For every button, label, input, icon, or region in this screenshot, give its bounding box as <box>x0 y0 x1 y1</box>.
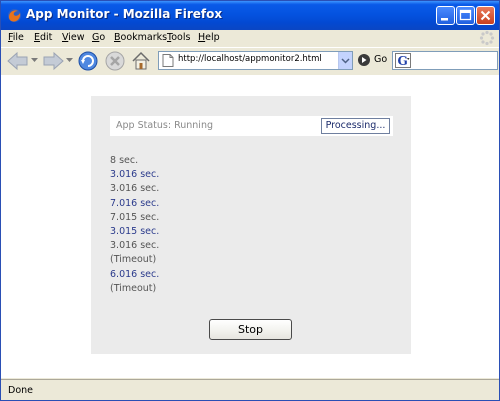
stop-button[interactable]: Stop <box>209 319 292 340</box>
maximize-icon <box>459 9 472 21</box>
home-icon[interactable] <box>130 50 152 72</box>
browser-status-bar: Done <box>1 379 499 400</box>
close-button[interactable] <box>476 6 495 25</box>
search-box[interactable]: G <box>392 51 498 70</box>
minimize-icon <box>441 18 448 21</box>
address-bar[interactable]: http://localhost/appmonitor2.html <box>158 51 353 70</box>
go-button[interactable]: Go <box>374 54 387 65</box>
processing-indicator: Processing... <box>321 118 390 134</box>
menu-go[interactable]: Go <box>92 32 105 43</box>
forward-arrow-icon[interactable] <box>41 51 65 71</box>
results-list: 8 sec. 3.016 sec. 3.016 sec. 7.016 sec. 7.01… <box>110 154 310 296</box>
menu-bar: File Edit View Go Bookmarks Tools Help <box>1 30 499 47</box>
app-status-label: App Status: Running <box>116 120 213 131</box>
menu-tools[interactable]: Tools <box>167 32 190 43</box>
menu-bookmarks[interactable]: Bookmarks <box>114 32 167 43</box>
navigation-toolbar: http://localhost/appmonitor2.html Go G <box>1 47 499 76</box>
maximize-button[interactable] <box>456 6 475 25</box>
result-item: 3.016 sec. <box>110 169 160 181</box>
svg-text:G: G <box>398 54 408 68</box>
page-content: App Status: Running Processing... 8 sec.… <box>1 75 499 378</box>
chevron-down-icon <box>341 58 350 64</box>
throbber-icon <box>479 30 495 46</box>
menu-help[interactable]: Help <box>198 32 220 43</box>
result-item: 3.016 sec. <box>110 183 160 195</box>
result-item: 7.016 sec. <box>110 197 160 209</box>
menu-file[interactable]: File <box>8 32 24 43</box>
result-item: 8 sec. <box>110 155 139 166</box>
menu-view[interactable]: View <box>62 32 85 43</box>
result-item: 7.015 sec. <box>110 211 160 223</box>
reload-icon[interactable] <box>77 50 99 72</box>
menu-edit[interactable]: Edit <box>34 32 52 43</box>
result-item: (Timeout) <box>110 254 157 266</box>
minimize-button[interactable] <box>436 6 455 25</box>
firefox-icon <box>8 9 21 22</box>
back-dropdown-icon[interactable] <box>31 57 38 63</box>
app-status-bar: App Status: Running Processing... <box>110 116 393 136</box>
close-icon <box>480 10 491 21</box>
stop-loading-icon[interactable] <box>104 50 126 72</box>
window-title: App Monitor - Mozilla Firefox <box>26 7 223 21</box>
page-icon <box>162 54 174 67</box>
result-item: (Timeout) <box>110 282 157 294</box>
back-arrow-icon[interactable] <box>6 51 30 71</box>
forward-dropdown-icon[interactable] <box>66 57 73 63</box>
status-text: Done <box>8 385 33 396</box>
result-item: 3.015 sec. <box>110 226 160 238</box>
app-monitor-panel: App Status: Running Processing... 8 sec.… <box>91 96 411 354</box>
browser-window: App Monitor - Mozilla Firefox File Edit … <box>0 0 500 401</box>
url-text: http://localhost/appmonitor2.html <box>178 54 322 64</box>
result-item: 6.016 sec. <box>110 268 160 280</box>
title-bar[interactable]: App Monitor - Mozilla Firefox <box>1 1 499 30</box>
result-item: 3.016 sec. <box>110 240 160 252</box>
google-g-icon[interactable]: G <box>395 53 411 68</box>
go-arrow-icon[interactable] <box>357 53 371 67</box>
url-dropdown-button[interactable] <box>338 52 352 69</box>
